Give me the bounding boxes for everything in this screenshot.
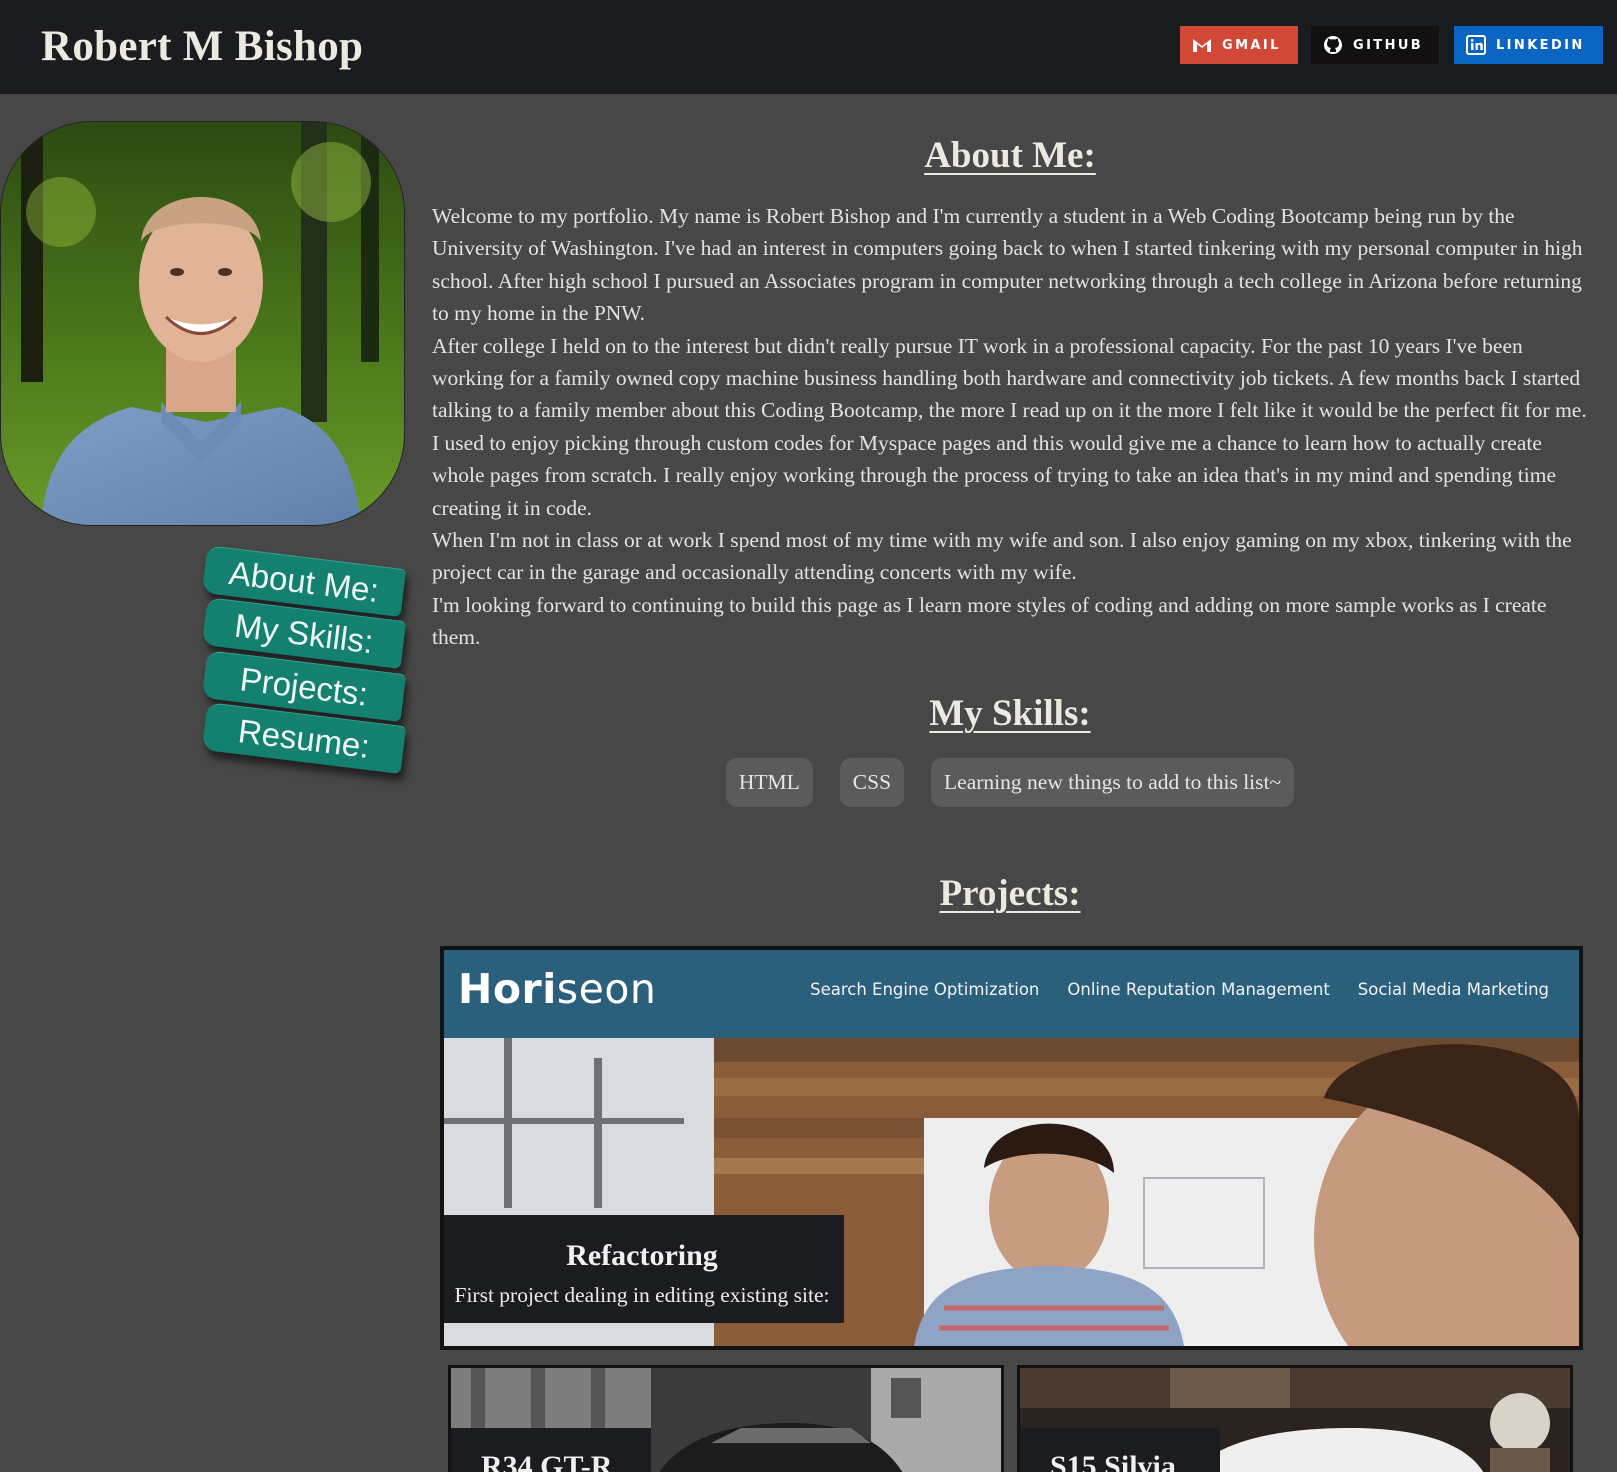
gmail-label: GMAIL bbox=[1222, 37, 1281, 53]
project-thumbnail-title: S15 Silvia bbox=[1020, 1428, 1220, 1472]
linkedin-label: LINKEDIN bbox=[1496, 37, 1585, 53]
linkedin-icon bbox=[1466, 35, 1486, 55]
project-site-logo: Horiseon bbox=[458, 965, 657, 1013]
gmail-button[interactable]: GMAIL bbox=[1180, 26, 1298, 64]
projects-title: Projects: bbox=[939, 873, 1081, 914]
top-navbar: Robert M Bishop GMAIL GITHUB LINKEDIN bbox=[0, 0, 1617, 94]
github-button[interactable]: GITHUB bbox=[1311, 26, 1439, 64]
project-thumbnail-card[interactable]: R34 GT-R bbox=[448, 1365, 1004, 1472]
project-thumbnail-title: R34 GT-R bbox=[451, 1428, 651, 1472]
project-site-nav-item: Online Reputation Management bbox=[1067, 980, 1330, 999]
skills-title: My Skills: bbox=[929, 693, 1091, 734]
about-paragraph: I'm looking forward to continuing to bui… bbox=[432, 592, 1547, 650]
skill-badge: Learning new things to add to this list~ bbox=[931, 758, 1295, 807]
featured-project-card[interactable]: Horiseon Search Engine Optimization Onli… bbox=[440, 946, 1583, 1350]
project-thumbnail-card[interactable]: S15 Silvia bbox=[1017, 1365, 1573, 1472]
project-title: Refactoring bbox=[566, 1239, 718, 1272]
about-text: Welcome to my portfolio. My name is Robe… bbox=[432, 200, 1587, 654]
project-caption: Refactoring First project dealing in edi… bbox=[444, 1215, 844, 1323]
about-paragraph: Welcome to my portfolio. My name is Robe… bbox=[432, 204, 1583, 326]
profile-photo bbox=[0, 121, 405, 526]
skills-list: HTML CSS Learning new things to add to t… bbox=[430, 758, 1590, 807]
project-site-nav: Search Engine Optimization Online Reputa… bbox=[810, 980, 1549, 999]
skill-badge: HTML bbox=[725, 758, 813, 807]
about-paragraph: When I'm not in class or at work I spend… bbox=[432, 528, 1572, 585]
site-title: Robert M Bishop bbox=[41, 23, 364, 70]
project-description: First project dealing in editing existin… bbox=[454, 1283, 830, 1307]
about-title: About Me: bbox=[924, 135, 1096, 176]
project-site-nav-item: Social Media Marketing bbox=[1357, 980, 1549, 999]
skill-badge: CSS bbox=[839, 758, 905, 807]
project-site-nav-item: Search Engine Optimization bbox=[810, 980, 1040, 999]
github-label: GITHUB bbox=[1353, 37, 1424, 53]
project-screenshot-header: Horiseon Search Engine Optimization Onli… bbox=[444, 950, 1579, 1038]
about-paragraph: After college I held on to the interest … bbox=[432, 333, 1587, 520]
github-icon bbox=[1324, 36, 1342, 54]
gmail-icon bbox=[1193, 39, 1211, 52]
linkedin-button[interactable]: LINKEDIN bbox=[1454, 26, 1603, 64]
